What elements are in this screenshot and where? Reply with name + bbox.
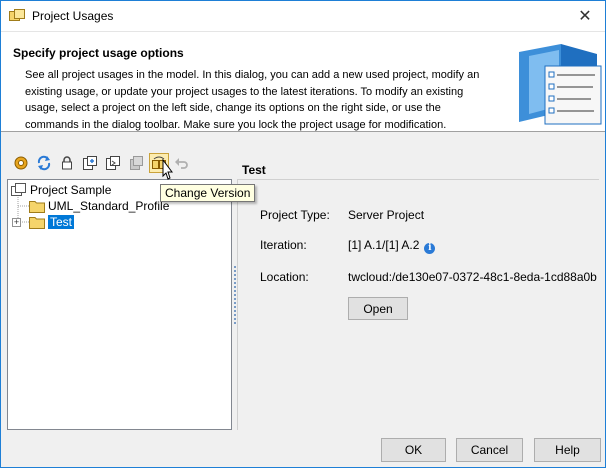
tree-expander[interactable]: + bbox=[12, 218, 21, 227]
iteration-label: Iteration: bbox=[260, 238, 307, 252]
refresh-icon bbox=[37, 155, 51, 171]
tree-item-project-sample[interactable]: Project Sample bbox=[11, 182, 111, 198]
help-button[interactable]: Help bbox=[534, 438, 601, 462]
window-title: Project Usages bbox=[32, 9, 114, 23]
banner-heading: Specify project usage options bbox=[13, 46, 184, 60]
cancel-button[interactable]: Cancel bbox=[456, 438, 523, 462]
lock-icon bbox=[62, 156, 72, 170]
iteration-value-row: [1] A.1/[1] A.2 i bbox=[348, 238, 598, 254]
project-type-label: Project Type: bbox=[260, 208, 330, 222]
change-version-tooltip: Change Version bbox=[160, 184, 256, 202]
folder-icon bbox=[29, 201, 45, 213]
tree-label-uml-standard-profile: UML_Standard_Profile bbox=[48, 199, 170, 213]
remove-usage-icon bbox=[130, 156, 143, 170]
tree-label-test: Test bbox=[46, 214, 76, 230]
folder-icon bbox=[29, 217, 45, 229]
import-project-button[interactable] bbox=[103, 153, 123, 173]
lock-button[interactable] bbox=[57, 153, 77, 173]
options-gear-icon bbox=[14, 156, 28, 170]
add-used-project-button[interactable] bbox=[80, 153, 100, 173]
info-icon[interactable]: i bbox=[424, 243, 436, 254]
location-label: Location: bbox=[260, 270, 309, 284]
project-usages-dialog: Project Usages ✕ Specify project usage o… bbox=[0, 0, 606, 468]
header-banner: Specify project usage options See all pr… bbox=[1, 32, 605, 132]
title-bar: Project Usages ✕ bbox=[1, 1, 605, 32]
location-value: twcloud:/de130e07-0372-48c1-8eda-1cd88a0… bbox=[348, 270, 597, 284]
project-tree: Project Sample UML_Standard_Profile + Te… bbox=[7, 179, 232, 430]
options-button[interactable] bbox=[11, 153, 31, 173]
tree-item-test[interactable]: Test bbox=[29, 214, 76, 230]
tree-item-uml-standard-profile[interactable]: UML_Standard_Profile bbox=[29, 198, 169, 214]
project-details-panel: Project Type: Server Project Iteration: … bbox=[237, 179, 599, 430]
add-used-project-icon bbox=[83, 156, 97, 170]
refresh-button[interactable] bbox=[34, 153, 54, 173]
close-icon: ✕ bbox=[578, 8, 592, 25]
ok-button[interactable]: OK bbox=[381, 438, 446, 462]
project-folder-icon bbox=[11, 183, 26, 196]
mouse-pointer-icon bbox=[162, 158, 173, 180]
banner-description: See all project usages in the model. In … bbox=[25, 69, 480, 131]
project-usages-window-icon bbox=[9, 9, 25, 21]
project-type-value: Server Project bbox=[348, 208, 425, 222]
remove-usage-button[interactable] bbox=[126, 153, 146, 173]
iteration-value: [1] A.1/[1] A.2 bbox=[348, 238, 420, 252]
close-button[interactable]: ✕ bbox=[565, 1, 605, 31]
selected-project-title: Test bbox=[242, 163, 266, 177]
project-book-illustration bbox=[519, 44, 602, 125]
tree-label-project-sample: Project Sample bbox=[30, 183, 112, 197]
open-button[interactable]: Open bbox=[348, 297, 408, 320]
import-project-icon bbox=[106, 156, 120, 170]
